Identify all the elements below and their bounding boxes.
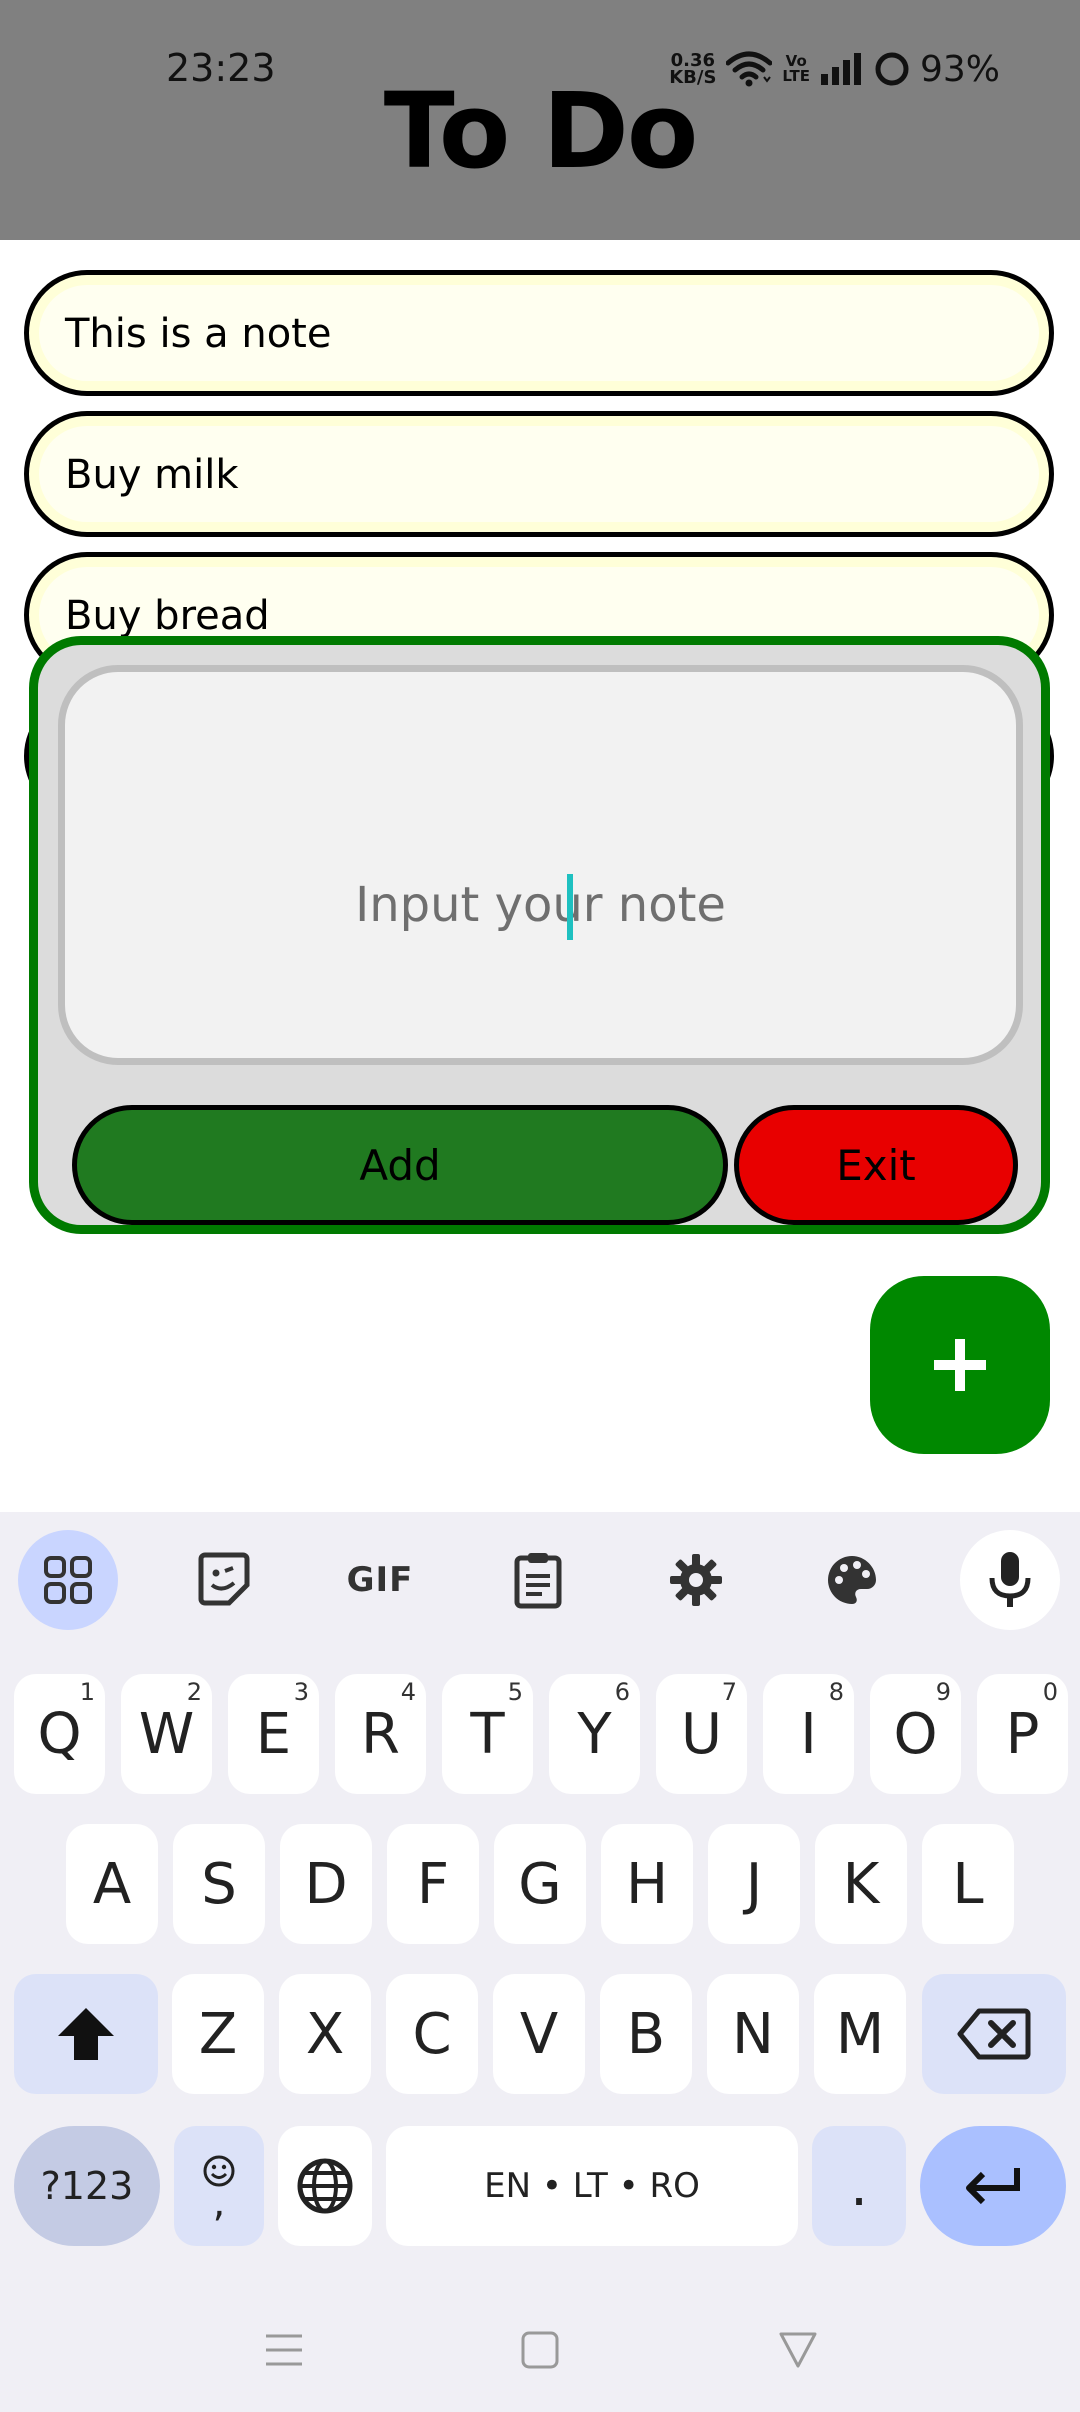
key-s[interactable]: S [173,1824,265,1944]
gif-label: GIF [346,1560,414,1600]
key-label: T [470,1701,505,1767]
palette-icon [828,1556,876,1604]
period-key[interactable]: . [812,2126,906,2246]
note-text: Buy milk [65,452,239,498]
sticker-icon [198,1552,250,1606]
key-r[interactable]: R4 [335,1674,426,1794]
key-hint: 7 [721,1678,737,1706]
note-input[interactable]: Input your note [58,665,1023,1065]
key-hint: 0 [1042,1678,1058,1706]
key-hint: 9 [935,1678,951,1706]
system-nav-bar [0,2290,1080,2412]
square-icon [521,2331,559,2369]
app-header: 23:23 0.36 KB/S Vo LTE 93% To Do [0,0,1080,240]
microphone-icon [989,1552,1031,1607]
key-w[interactable]: W2 [121,1674,212,1794]
emoji-comma-key[interactable]: , [174,2126,264,2246]
note-text: Buy bread [65,593,270,639]
key-a[interactable]: A [66,1824,158,1944]
home-button[interactable] [510,2320,570,2380]
comma-label: , [212,2180,226,2226]
key-label: U [681,1701,722,1767]
backspace-key[interactable] [922,1974,1066,2094]
globe-icon [297,2158,353,2214]
add-button[interactable]: Add [72,1105,728,1225]
menu-icon [266,2334,302,2366]
apps-grid-button[interactable] [18,1530,118,1630]
soft-keyboard: G I F Q 1 W 2 E 3 R 4 T 5 Y 6 U 7 I 8 O 9 … [0,1512,1080,2412]
recents-button[interactable] [254,2320,314,2380]
key-v[interactable]: V [493,1974,585,2094]
settings-button[interactable] [646,1530,746,1630]
grid-icon [44,1556,92,1604]
key-t[interactable]: T5 [442,1674,533,1794]
note-text: This is a note [65,311,332,357]
space-bar[interactable]: EN • LT • RO [386,2126,798,2246]
key-q[interactable]: Q1 [14,1674,105,1794]
key-f[interactable]: F [387,1824,479,1944]
key-h[interactable]: H [601,1824,693,1944]
add-note-dialog: Input your note Add Exit [29,636,1050,1234]
key-label: O [893,1701,938,1767]
key-b[interactable]: B [600,1974,692,2094]
text-caret [567,874,573,940]
backspace-icon [957,2008,1031,2060]
symbols-key[interactable]: ?123 [14,2126,160,2246]
key-n[interactable]: N [707,1974,799,2094]
note-input-placeholder: Input your note [355,877,726,933]
enter-key[interactable] [920,2126,1066,2246]
key-label: I [800,1701,817,1767]
key-z[interactable]: Z [172,1974,264,2094]
key-hint: 4 [400,1678,416,1706]
key-l[interactable]: L [922,1824,1014,1944]
theme-button[interactable] [802,1530,902,1630]
key-hint: 2 [186,1678,202,1706]
sticker-button[interactable] [174,1530,274,1630]
clipboard-icon [514,1553,562,1609]
key-label: P [1005,1701,1040,1767]
gear-icon [670,1554,722,1606]
enter-icon [966,2168,1020,2205]
key-hint: 8 [828,1678,844,1706]
clipboard-button[interactable] [488,1530,588,1630]
plus-icon [934,1339,986,1391]
key-j[interactable]: J [708,1824,800,1944]
back-button[interactable] [768,2320,828,2380]
key-hint: 3 [293,1678,309,1706]
key-m[interactable]: M [814,1974,906,2094]
key-label: W [138,1701,195,1767]
triangle-back-icon [779,2332,817,2368]
key-g[interactable]: G [494,1824,586,1944]
key-label: R [361,1701,400,1767]
key-hint: 6 [614,1678,630,1706]
note-item[interactable]: This is a note [24,270,1054,396]
key-c[interactable]: C [386,1974,478,2094]
add-note-fab[interactable] [870,1276,1050,1454]
key-hint: 5 [507,1678,523,1706]
key-p[interactable]: P0 [977,1674,1068,1794]
key-y[interactable]: Y6 [549,1674,640,1794]
key-i[interactable]: I8 [763,1674,854,1794]
exit-button[interactable]: Exit [734,1105,1018,1225]
key-k[interactable]: K [815,1824,907,1944]
key-label: Q [37,1701,82,1767]
keyboard-toolbar: GIF [0,1512,1080,1642]
shift-key[interactable] [14,1974,158,2094]
voice-input-button[interactable] [960,1530,1060,1630]
key-u[interactable]: U7 [656,1674,747,1794]
key-o[interactable]: O9 [870,1674,961,1794]
key-label: Y [577,1701,612,1767]
key-e[interactable]: E3 [228,1674,319,1794]
page-title: To Do [383,70,699,192]
shift-icon [58,2008,114,2060]
note-item[interactable]: Buy milk [24,411,1054,537]
key-d[interactable]: D [280,1824,372,1944]
key-x[interactable]: X [279,1974,371,2094]
gif-button[interactable]: GIF [330,1530,430,1630]
language-key[interactable] [278,2126,372,2246]
key-hint: 1 [79,1678,95,1706]
key-label: E [255,1701,292,1767]
